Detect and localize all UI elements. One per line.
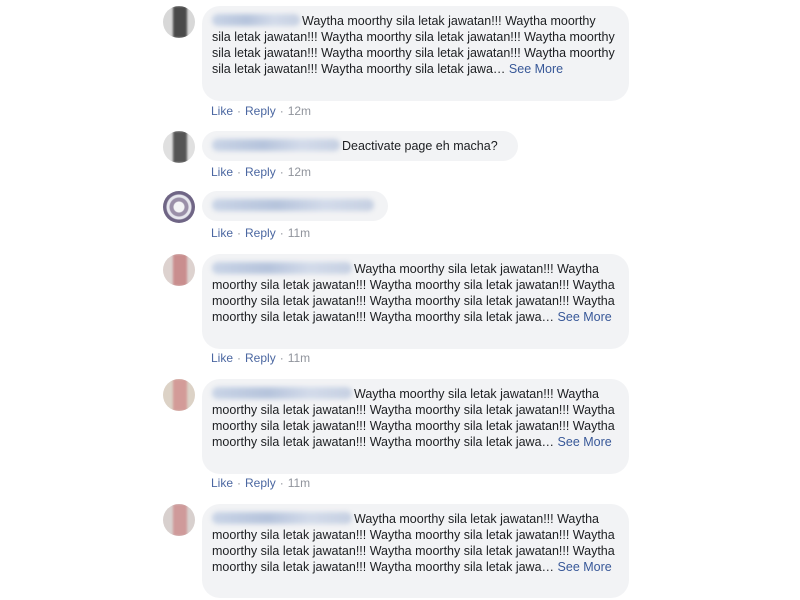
comment-bubble: Waytha moorthy sila letak jawatan!!! Way…: [202, 504, 629, 598]
comment-timestamp[interactable]: 11m: [288, 476, 310, 490]
reply-button[interactable]: Reply: [245, 476, 276, 490]
comment-timestamp[interactable]: 11m: [288, 351, 310, 365]
separator-dot: ·: [237, 226, 242, 240]
reply-button[interactable]: Reply: [245, 226, 276, 240]
comment-bubble: Deactivate page eh macha?: [202, 131, 518, 161]
like-button[interactable]: Like: [211, 165, 233, 179]
avatar[interactable]: [163, 6, 195, 38]
commenter-name-redacted[interactable]: [212, 387, 352, 399]
separator-dot: ·: [237, 165, 242, 179]
reply-button[interactable]: Reply: [245, 165, 276, 179]
see-more-link[interactable]: See More: [509, 62, 563, 76]
commenter-name-redacted[interactable]: [212, 512, 352, 524]
comment-thread: Waytha moorthy sila letak jawatan!!! Way…: [0, 0, 800, 600]
separator-dot: ·: [237, 351, 242, 365]
reply-button[interactable]: Reply: [245, 104, 276, 118]
separator-dot: ·: [279, 104, 284, 118]
comment-timestamp[interactable]: 11m: [288, 226, 310, 240]
avatar[interactable]: [163, 254, 195, 286]
separator-dot: ·: [279, 165, 284, 179]
like-button[interactable]: Like: [211, 226, 233, 240]
comment-actions: Like · Reply · 12m: [211, 104, 311, 118]
comment-timestamp[interactable]: 12m: [288, 104, 311, 118]
comment-actions: Like · Reply · 11m: [211, 351, 310, 365]
comment-timestamp[interactable]: 12m: [288, 165, 311, 179]
comment-actions: Like · Reply · 11m: [211, 226, 310, 240]
commenter-name-redacted[interactable]: [212, 199, 374, 211]
avatar[interactable]: [163, 504, 195, 536]
separator-dot: ·: [237, 476, 242, 490]
like-button[interactable]: Like: [211, 104, 233, 118]
comment-bubble: Waytha moorthy sila letak jawatan!!! Way…: [202, 379, 629, 474]
see-more-link[interactable]: See More: [558, 310, 612, 324]
comment-bubble: Waytha moorthy sila letak jawatan!!! Way…: [202, 6, 629, 101]
comment-text: Deactivate page eh macha?: [342, 139, 498, 153]
avatar[interactable]: [163, 131, 195, 163]
commenter-name-redacted[interactable]: [212, 262, 352, 274]
like-button[interactable]: Like: [211, 476, 233, 490]
separator-dot: ·: [237, 104, 242, 118]
comment-bubble: Waytha moorthy sila letak jawatan!!! Way…: [202, 254, 629, 349]
commenter-name-redacted[interactable]: [212, 14, 300, 26]
separator-dot: ·: [279, 351, 284, 365]
reply-button[interactable]: Reply: [245, 351, 276, 365]
avatar[interactable]: [163, 191, 195, 223]
separator-dot: ·: [279, 226, 284, 240]
commenter-name-redacted[interactable]: [212, 139, 340, 151]
see-more-link[interactable]: See More: [558, 435, 612, 449]
comment-bubble: [202, 191, 388, 221]
comment-actions: Like · Reply · 11m: [211, 476, 310, 490]
separator-dot: ·: [279, 476, 284, 490]
comment-actions: Like · Reply · 12m: [211, 165, 311, 179]
like-button[interactable]: Like: [211, 351, 233, 365]
avatar[interactable]: [163, 379, 195, 411]
see-more-link[interactable]: See More: [558, 560, 612, 574]
